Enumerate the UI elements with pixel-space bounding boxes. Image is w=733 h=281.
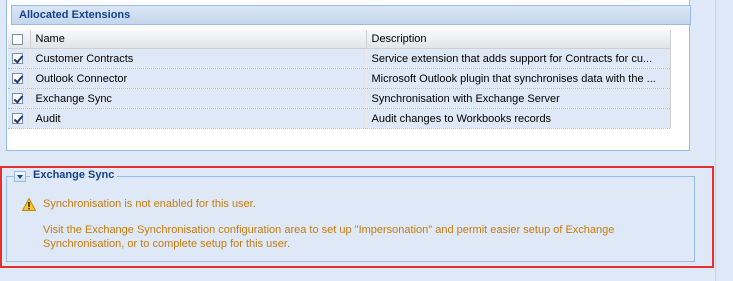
row-checkbox[interactable] bbox=[12, 93, 23, 105]
extension-name: Customer Contracts bbox=[30, 48, 367, 69]
extension-description: Service extension that adds support for … bbox=[366, 48, 671, 69]
table-row[interactable]: Exchange Sync Synchronisation with Excha… bbox=[8, 88, 671, 109]
column-header-description[interactable]: Description bbox=[366, 30, 671, 49]
sync-warning-text: Synchronisation is not enabled for this … bbox=[43, 198, 256, 210]
panel-title: Allocated Extensions bbox=[11, 5, 691, 25]
window-edge bbox=[715, 0, 733, 281]
column-header-name[interactable]: Name bbox=[30, 30, 367, 49]
table-row[interactable]: Outlook Connector Microsoft Outlook plug… bbox=[8, 68, 671, 89]
extension-description: Microsoft Outlook plugin that synchronis… bbox=[366, 68, 671, 89]
grid-header-row: Name Description bbox=[8, 30, 671, 49]
sync-instructions-text: Visit the Exchange Synchronisation confi… bbox=[43, 224, 615, 250]
extension-name: Outlook Connector bbox=[30, 68, 367, 89]
exchange-sync-fieldset: Exchange Sync Synchronisation is not ena… bbox=[6, 169, 695, 262]
extension-description: Synchronisation with Exchange Server bbox=[366, 88, 671, 109]
row-checkbox[interactable] bbox=[12, 73, 23, 85]
table-row[interactable]: Customer Contracts Service extension tha… bbox=[8, 48, 671, 69]
warning-icon bbox=[22, 198, 36, 211]
table-row[interactable]: Audit Audit changes to Workbooks records bbox=[8, 108, 671, 129]
select-all-checkbox[interactable] bbox=[12, 33, 23, 45]
extension-description: Audit changes to Workbooks records bbox=[366, 108, 671, 129]
extension-name: Exchange Sync bbox=[30, 88, 367, 109]
collapse-toggle-icon[interactable] bbox=[14, 171, 26, 182]
row-checkbox[interactable] bbox=[12, 113, 23, 125]
row-checkbox[interactable] bbox=[12, 53, 23, 65]
grid-scroll-area bbox=[670, 30, 689, 128]
extension-name: Audit bbox=[30, 108, 367, 129]
select-all-header[interactable] bbox=[8, 30, 31, 49]
extensions-grid: Name Description Customer Contracts Serv… bbox=[8, 30, 671, 129]
fieldset-title: Exchange Sync bbox=[30, 169, 118, 181]
